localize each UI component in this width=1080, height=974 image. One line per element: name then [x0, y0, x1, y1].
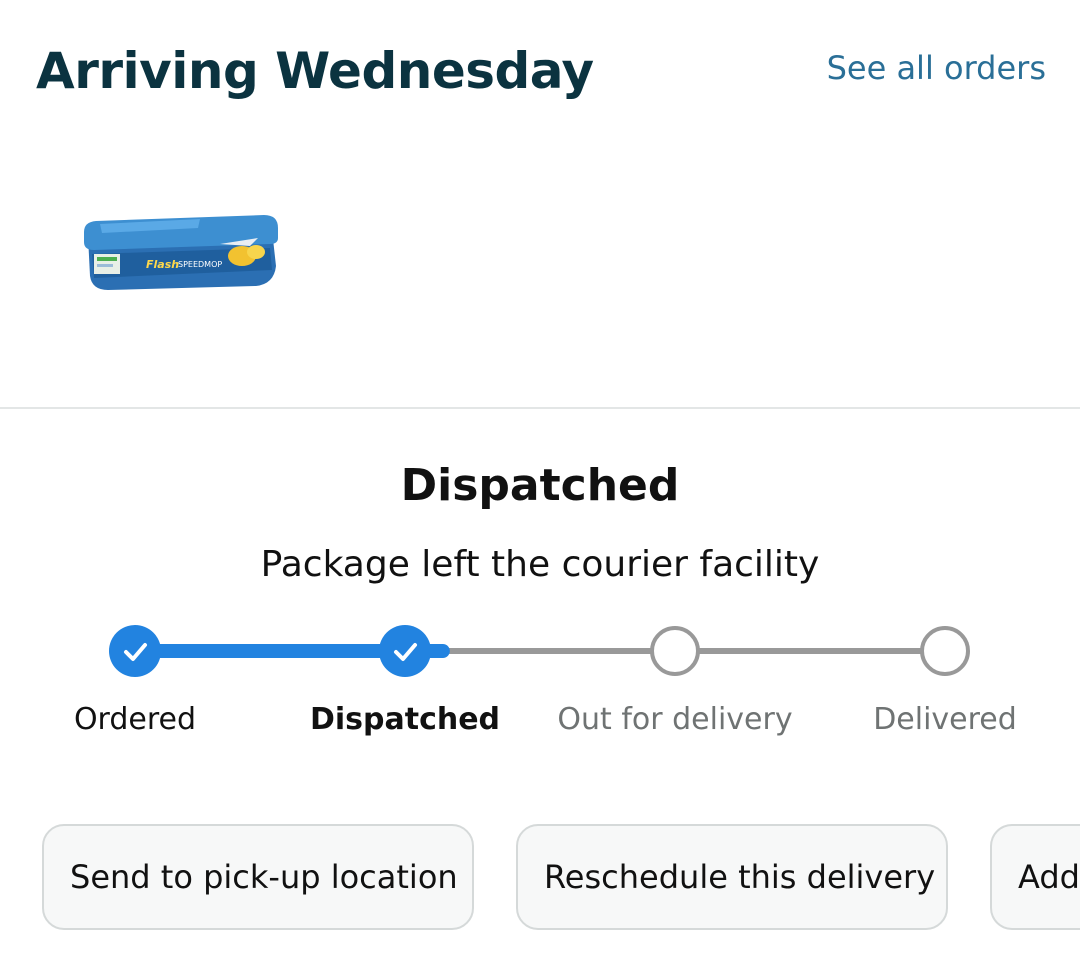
progress-tracker	[109, 625, 970, 677]
step-marker-0	[109, 625, 161, 677]
step-label-ordered: Ordered	[73, 702, 197, 737]
add-button[interactable]: Add	[990, 824, 1080, 930]
product-brand-text: Flash	[146, 258, 179, 271]
order-tracking-page: Arriving Wednesday See all orders Flash …	[0, 0, 1080, 974]
product-name-text: SPEEDMOP	[178, 260, 222, 269]
reschedule-delivery-button[interactable]: Reschedule this delivery	[516, 824, 948, 930]
section-divider	[0, 407, 1080, 409]
step-marker-2	[650, 626, 700, 676]
shipment-status-detail: Package left the courier facility	[260, 544, 820, 585]
step-marker-1	[379, 625, 431, 677]
wipes-package-image	[84, 215, 278, 290]
delivery-heading: Arriving Wednesday	[36, 42, 594, 100]
step-marker-3	[920, 626, 970, 676]
shipment-status-title: Dispatched	[400, 460, 680, 511]
step-label-delivered: Delivered	[873, 702, 1017, 737]
product-image[interactable]: Flash SPEEDMOP	[80, 208, 280, 298]
send-to-pickup-location-button[interactable]: Send to pick-up location	[42, 824, 474, 930]
see-all-orders-link[interactable]: See all orders	[827, 48, 1046, 88]
step-label-dispatched: Dispatched	[309, 702, 501, 737]
step-label-out-for-delivery: Out for delivery	[557, 702, 793, 737]
